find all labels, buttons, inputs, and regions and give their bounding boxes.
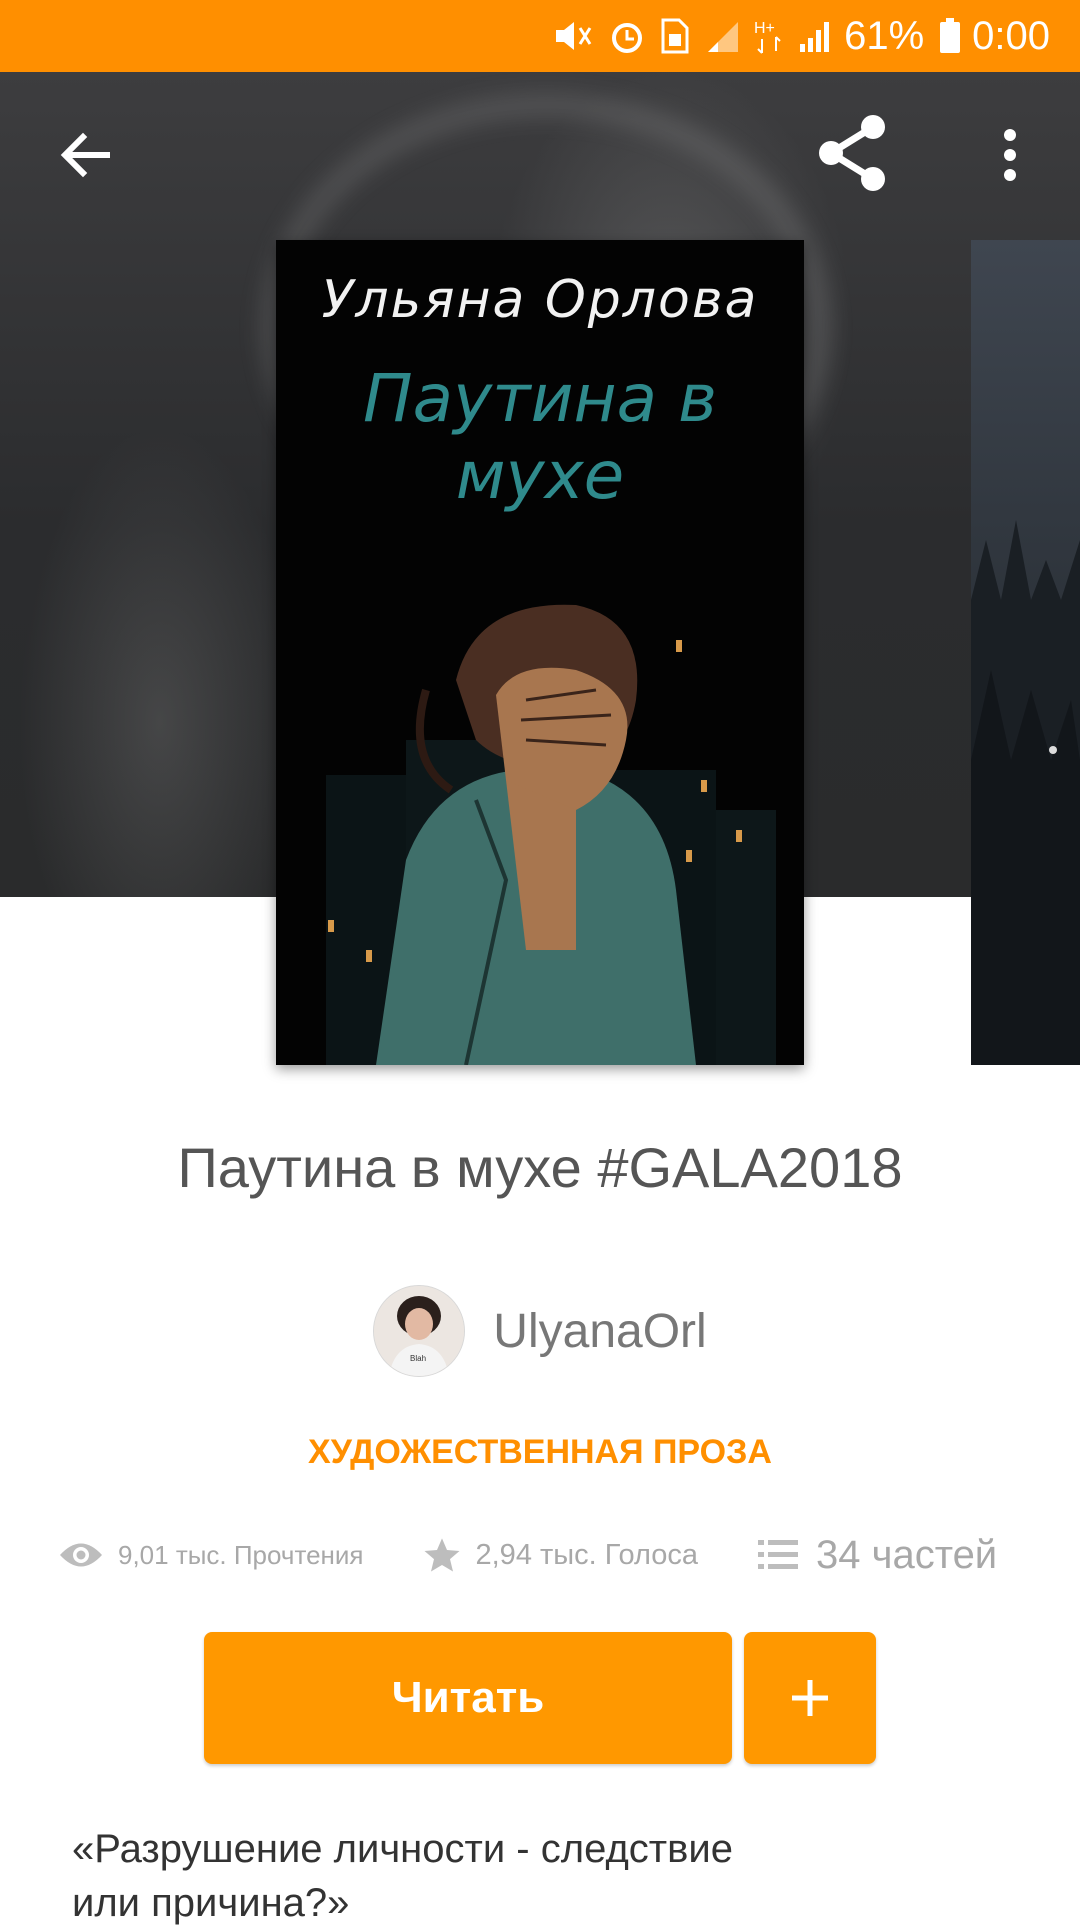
svg-text:H+: H+ <box>754 20 775 37</box>
plus-icon <box>792 1680 828 1716</box>
signal-icon <box>798 18 834 54</box>
star-icon <box>424 1538 459 1572</box>
votes-count: 2,94 тыс. Голоса <box>475 1538 699 1571</box>
reads-count: 9,01 тыс. Прочтения <box>118 1539 364 1570</box>
back-button[interactable] <box>40 110 130 200</box>
hplus-icon: H+ <box>754 17 784 55</box>
book-cover[interactable]: Ульяна Орлова Паутина в мухе <box>276 240 804 1065</box>
description: «Разрушение личности - следствие или при… <box>72 1822 972 1930</box>
alarm-icon <box>608 17 646 55</box>
clock: 0:00 <box>972 13 1050 58</box>
reads-stat: 9,01 тыс. Прочтения <box>58 1538 364 1572</box>
cover-title-text: Паутина в мухе <box>363 360 717 514</box>
arrow-left-icon <box>60 132 110 178</box>
more-options-button[interactable] <box>980 115 1040 195</box>
description-line: или причина?» <box>72 1881 350 1925</box>
list-icon <box>758 1540 798 1569</box>
parts-stat[interactable]: 34 частей <box>758 1533 997 1578</box>
cover-author-text: Ульяна Орлова <box>321 270 759 330</box>
eye-icon <box>60 1543 102 1567</box>
next-book-cover[interactable] <box>971 240 1080 1065</box>
signal-icon <box>704 18 740 54</box>
read-button[interactable]: Читать <box>204 1632 732 1764</box>
votes-stat: 2,94 тыс. Голоса <box>422 1535 699 1575</box>
cover-illustration <box>326 604 776 1065</box>
avatar[interactable]: Blah <box>373 1285 466 1377</box>
share-icon <box>818 114 885 191</box>
author-name[interactable]: UlyanaOrl <box>493 1304 706 1359</box>
forest-illustration <box>971 520 1080 1065</box>
description-line: «Разрушение личности - следствие <box>72 1827 733 1871</box>
stats-row: 9,01 тыс. Прочтения 2,94 тыс. Голоса 34 … <box>58 1530 1038 1580</box>
category-link[interactable]: ХУДОЖЕСТВЕННАЯ ПРОЗА <box>0 1433 1080 1472</box>
parts-count: 34 частей <box>816 1532 998 1577</box>
mute-icon <box>552 18 594 54</box>
more-vertical-icon <box>1004 129 1016 181</box>
battery-percent: 61% <box>844 13 925 58</box>
battery-icon <box>938 17 962 55</box>
status-bar: H+ 61% 0:00 <box>0 0 1080 72</box>
book-title: Паутина в мухе #GALA2018 <box>177 1136 903 1199</box>
sim-icon <box>660 17 690 55</box>
add-to-library-button[interactable] <box>744 1632 876 1764</box>
share-button[interactable] <box>805 105 900 200</box>
author-row[interactable]: Blah UlyanaOrl <box>0 1285 1080 1377</box>
svg-text:Blah: Blah <box>410 1354 426 1363</box>
